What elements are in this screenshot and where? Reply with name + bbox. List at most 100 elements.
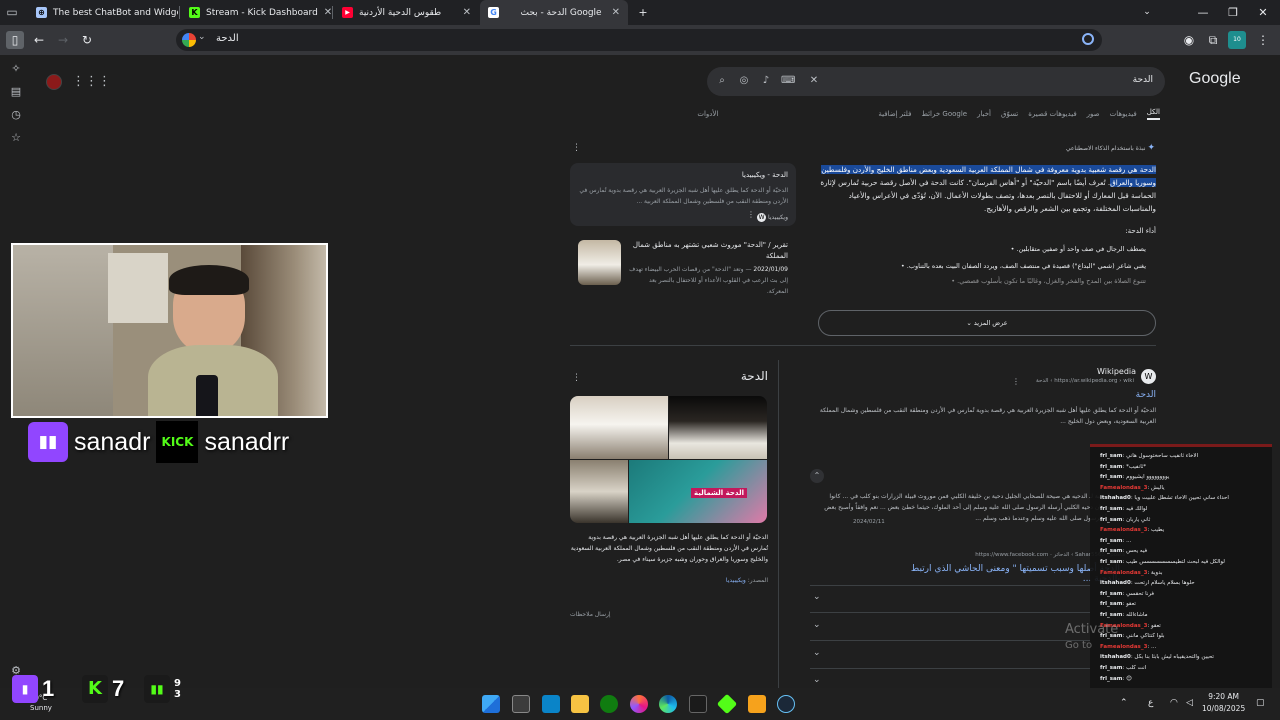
photo[interactable] xyxy=(669,396,767,459)
clock[interactable]: 9:20 AM 10/08/2025 xyxy=(1202,691,1245,715)
result-title[interactable]: الدحة xyxy=(1100,390,1156,400)
tab-search-icon[interactable]: ⌄ xyxy=(1132,0,1162,25)
search-icon[interactable]: ⌕ xyxy=(715,74,729,88)
new-tab-button[interactable]: + xyxy=(628,0,658,25)
menu-icon[interactable]: ⋮ xyxy=(1254,31,1272,49)
tab-images[interactable]: صور xyxy=(1087,110,1100,118)
chevron-down-icon[interactable]: ⌄ xyxy=(813,620,821,630)
chevron-down-icon[interactable]: ⌄ xyxy=(813,592,821,602)
result-title[interactable]: الدحة أصلها وسبب تسميتها " ومعنى الحاشي … xyxy=(886,564,1120,584)
firefox-icon[interactable] xyxy=(630,695,648,713)
chat-message: itshahad0: تحيين والتحديقيباه ليش بابثا … xyxy=(1100,654,1270,660)
microphone-icon[interactable]: ♪ xyxy=(759,74,773,88)
chat-message: frl_sam: 😊 xyxy=(1100,676,1270,682)
tab-more-filters[interactable]: فلتر إضافية xyxy=(878,110,911,118)
history-icon[interactable]: ◷ xyxy=(9,108,23,122)
stocks-icon[interactable] xyxy=(689,695,707,713)
close-icon[interactable]: ✕ xyxy=(324,7,331,18)
more-options-icon[interactable]: ⋮ xyxy=(572,373,581,383)
windows-start-icon[interactable] xyxy=(482,695,500,713)
search-input[interactable]: الدحة xyxy=(1133,75,1153,85)
close-icon[interactable]: ✕ xyxy=(463,7,471,18)
chat-text: : فيه يحس xyxy=(1122,548,1148,555)
sidebar-panel-icon[interactable]: ▯ xyxy=(6,31,24,49)
address-bar[interactable]: ⌄ الدحة xyxy=(176,29,1102,51)
youtube-favicon-icon: ▶ xyxy=(342,7,353,18)
tools-icon[interactable] xyxy=(748,695,766,713)
tab-videos[interactable]: فيديوهات xyxy=(1110,110,1137,118)
ai-source-card[interactable]: الدحة - ويكيبيديا الدحيّة أو الدحة كما ي… xyxy=(570,163,796,226)
extensions-icon[interactable]: ⧉ xyxy=(1204,31,1222,49)
forward-icon[interactable]: → xyxy=(54,31,72,49)
source-title[interactable]: الدحة - ويكيبيديا xyxy=(742,171,788,179)
file-explorer-icon[interactable] xyxy=(571,695,589,713)
extension-badge[interactable]: 10 xyxy=(1228,31,1246,49)
search-box[interactable]: ⌕ ◎ ♪ ⌨ ✕ الدحة xyxy=(707,67,1165,96)
tab-chatbot[interactable]: ⊕ The best ChatBot and Widgets ✕ xyxy=(28,0,178,25)
show-more-button[interactable]: ⌄ عرض المزيد xyxy=(818,310,1156,336)
tab-kick-dashboard[interactable]: K Stream - Kick Dashboard ✕ xyxy=(181,0,331,25)
volume-icon[interactable]: ◁ xyxy=(1186,698,1193,708)
chat-text: : تعقو xyxy=(1147,622,1161,629)
reading-list-icon[interactable]: ▤ xyxy=(9,85,23,99)
photo[interactable] xyxy=(570,460,628,523)
keyboard-icon[interactable]: ⌨ xyxy=(781,74,795,88)
tools-button[interactable]: الأدوات xyxy=(697,110,718,118)
chat-username: frl_sam xyxy=(1100,463,1123,470)
source-title[interactable]: تقرير / "الدحة" موروث شعبي تشتهر به مناط… xyxy=(628,240,788,262)
feedback-link[interactable]: إرسال ملاحظات xyxy=(570,611,611,618)
clear-icon[interactable]: ✕ xyxy=(807,74,821,88)
chat-text: : يوووووووو ايشيووم xyxy=(1122,474,1170,481)
lens-icon[interactable] xyxy=(1082,33,1094,45)
ai-bullet: تتنوع الصلاة بين المدح والفخر والغزل، وغ… xyxy=(818,277,1146,285)
lens-icon[interactable]: ◎ xyxy=(737,74,751,88)
wifi-icon[interactable]: ◠ xyxy=(1170,698,1178,708)
result-site-name[interactable]: Wikipedia xyxy=(1097,367,1136,376)
source-link[interactable]: ويكيبيديا xyxy=(726,577,746,584)
xbox-icon[interactable] xyxy=(600,695,618,713)
steam-icon[interactable] xyxy=(777,695,795,713)
photo[interactable]: الدحة الشمالية xyxy=(629,460,767,523)
edge-icon[interactable] xyxy=(659,695,677,713)
ai-source-card[interactable]: تقرير / "الدحة" موروث شعبي تشتهر به مناط… xyxy=(570,232,796,295)
reload-icon[interactable]: ↻ xyxy=(78,31,96,49)
avatar[interactable] xyxy=(46,74,62,90)
chat-message: frl_sam: ... xyxy=(1100,538,1270,544)
close-window-icon[interactable]: ✕ xyxy=(1248,0,1278,25)
back-icon[interactable]: ← xyxy=(30,31,48,49)
photo[interactable] xyxy=(570,396,668,459)
ai-icon[interactable]: ✧ xyxy=(9,62,23,76)
sidebar-toggle-icon[interactable]: ▭ xyxy=(4,4,20,20)
tab-google-search[interactable]: G الدحة - بحث Google ✕ xyxy=(480,0,628,25)
tab-maps[interactable]: خرائط Google xyxy=(921,110,967,118)
more-options-icon[interactable]: ⋮ xyxy=(572,143,581,153)
tab-shopping[interactable]: تسوّق xyxy=(1001,110,1018,118)
chevron-up-icon[interactable]: ⌃ xyxy=(810,469,824,483)
ai-overview-rest: . تُعرف أيضًا باسم "الدحيّة" أو "أهاس ال… xyxy=(820,178,1156,213)
knowledge-panel-images[interactable]: الدحة الشمالية xyxy=(570,396,767,523)
account-icon[interactable]: ◉ xyxy=(1180,31,1198,49)
tab-all[interactable]: الكل xyxy=(1146,108,1160,120)
chevron-down-icon[interactable]: ⌄ xyxy=(813,648,821,658)
chevron-up-icon[interactable]: ⌃ xyxy=(1120,698,1128,708)
notification-icon[interactable]: ▢ xyxy=(1256,698,1265,708)
bar-chart-icon: ▮▮ xyxy=(144,675,170,703)
task-view-icon[interactable] xyxy=(512,695,530,713)
restore-icon[interactable]: ❐ xyxy=(1218,0,1248,25)
google-logo[interactable]: Google xyxy=(1189,70,1241,88)
language-indicator[interactable]: ع xyxy=(1148,698,1153,708)
mail-icon[interactable] xyxy=(542,695,560,713)
result-url[interactable]: https://ar.wikipedia.org › wiki › الدحة xyxy=(1036,378,1134,384)
minimize-icon[interactable]: — xyxy=(1188,0,1218,25)
tab-youtube[interactable]: ▶ طقوس الدحية الأردنية ✕ xyxy=(334,0,479,25)
tab-news[interactable]: أخبار xyxy=(977,110,991,118)
close-icon[interactable]: ✕ xyxy=(612,7,620,18)
apps-grid-icon[interactable]: ⋮⋮⋮ xyxy=(72,74,111,89)
kick-app-icon[interactable] xyxy=(716,693,738,715)
more-options-icon[interactable]: ⋮ xyxy=(1012,377,1020,386)
tab-short-videos[interactable]: فيديوهات قصيرة xyxy=(1028,110,1076,118)
chevron-down-icon[interactable]: ⌄ xyxy=(813,675,821,685)
bookmarks-icon[interactable]: ☆ xyxy=(9,131,23,145)
more-options-icon[interactable]: ⋮ xyxy=(747,210,755,219)
chevron-down-icon[interactable]: ⌄ xyxy=(198,32,206,42)
